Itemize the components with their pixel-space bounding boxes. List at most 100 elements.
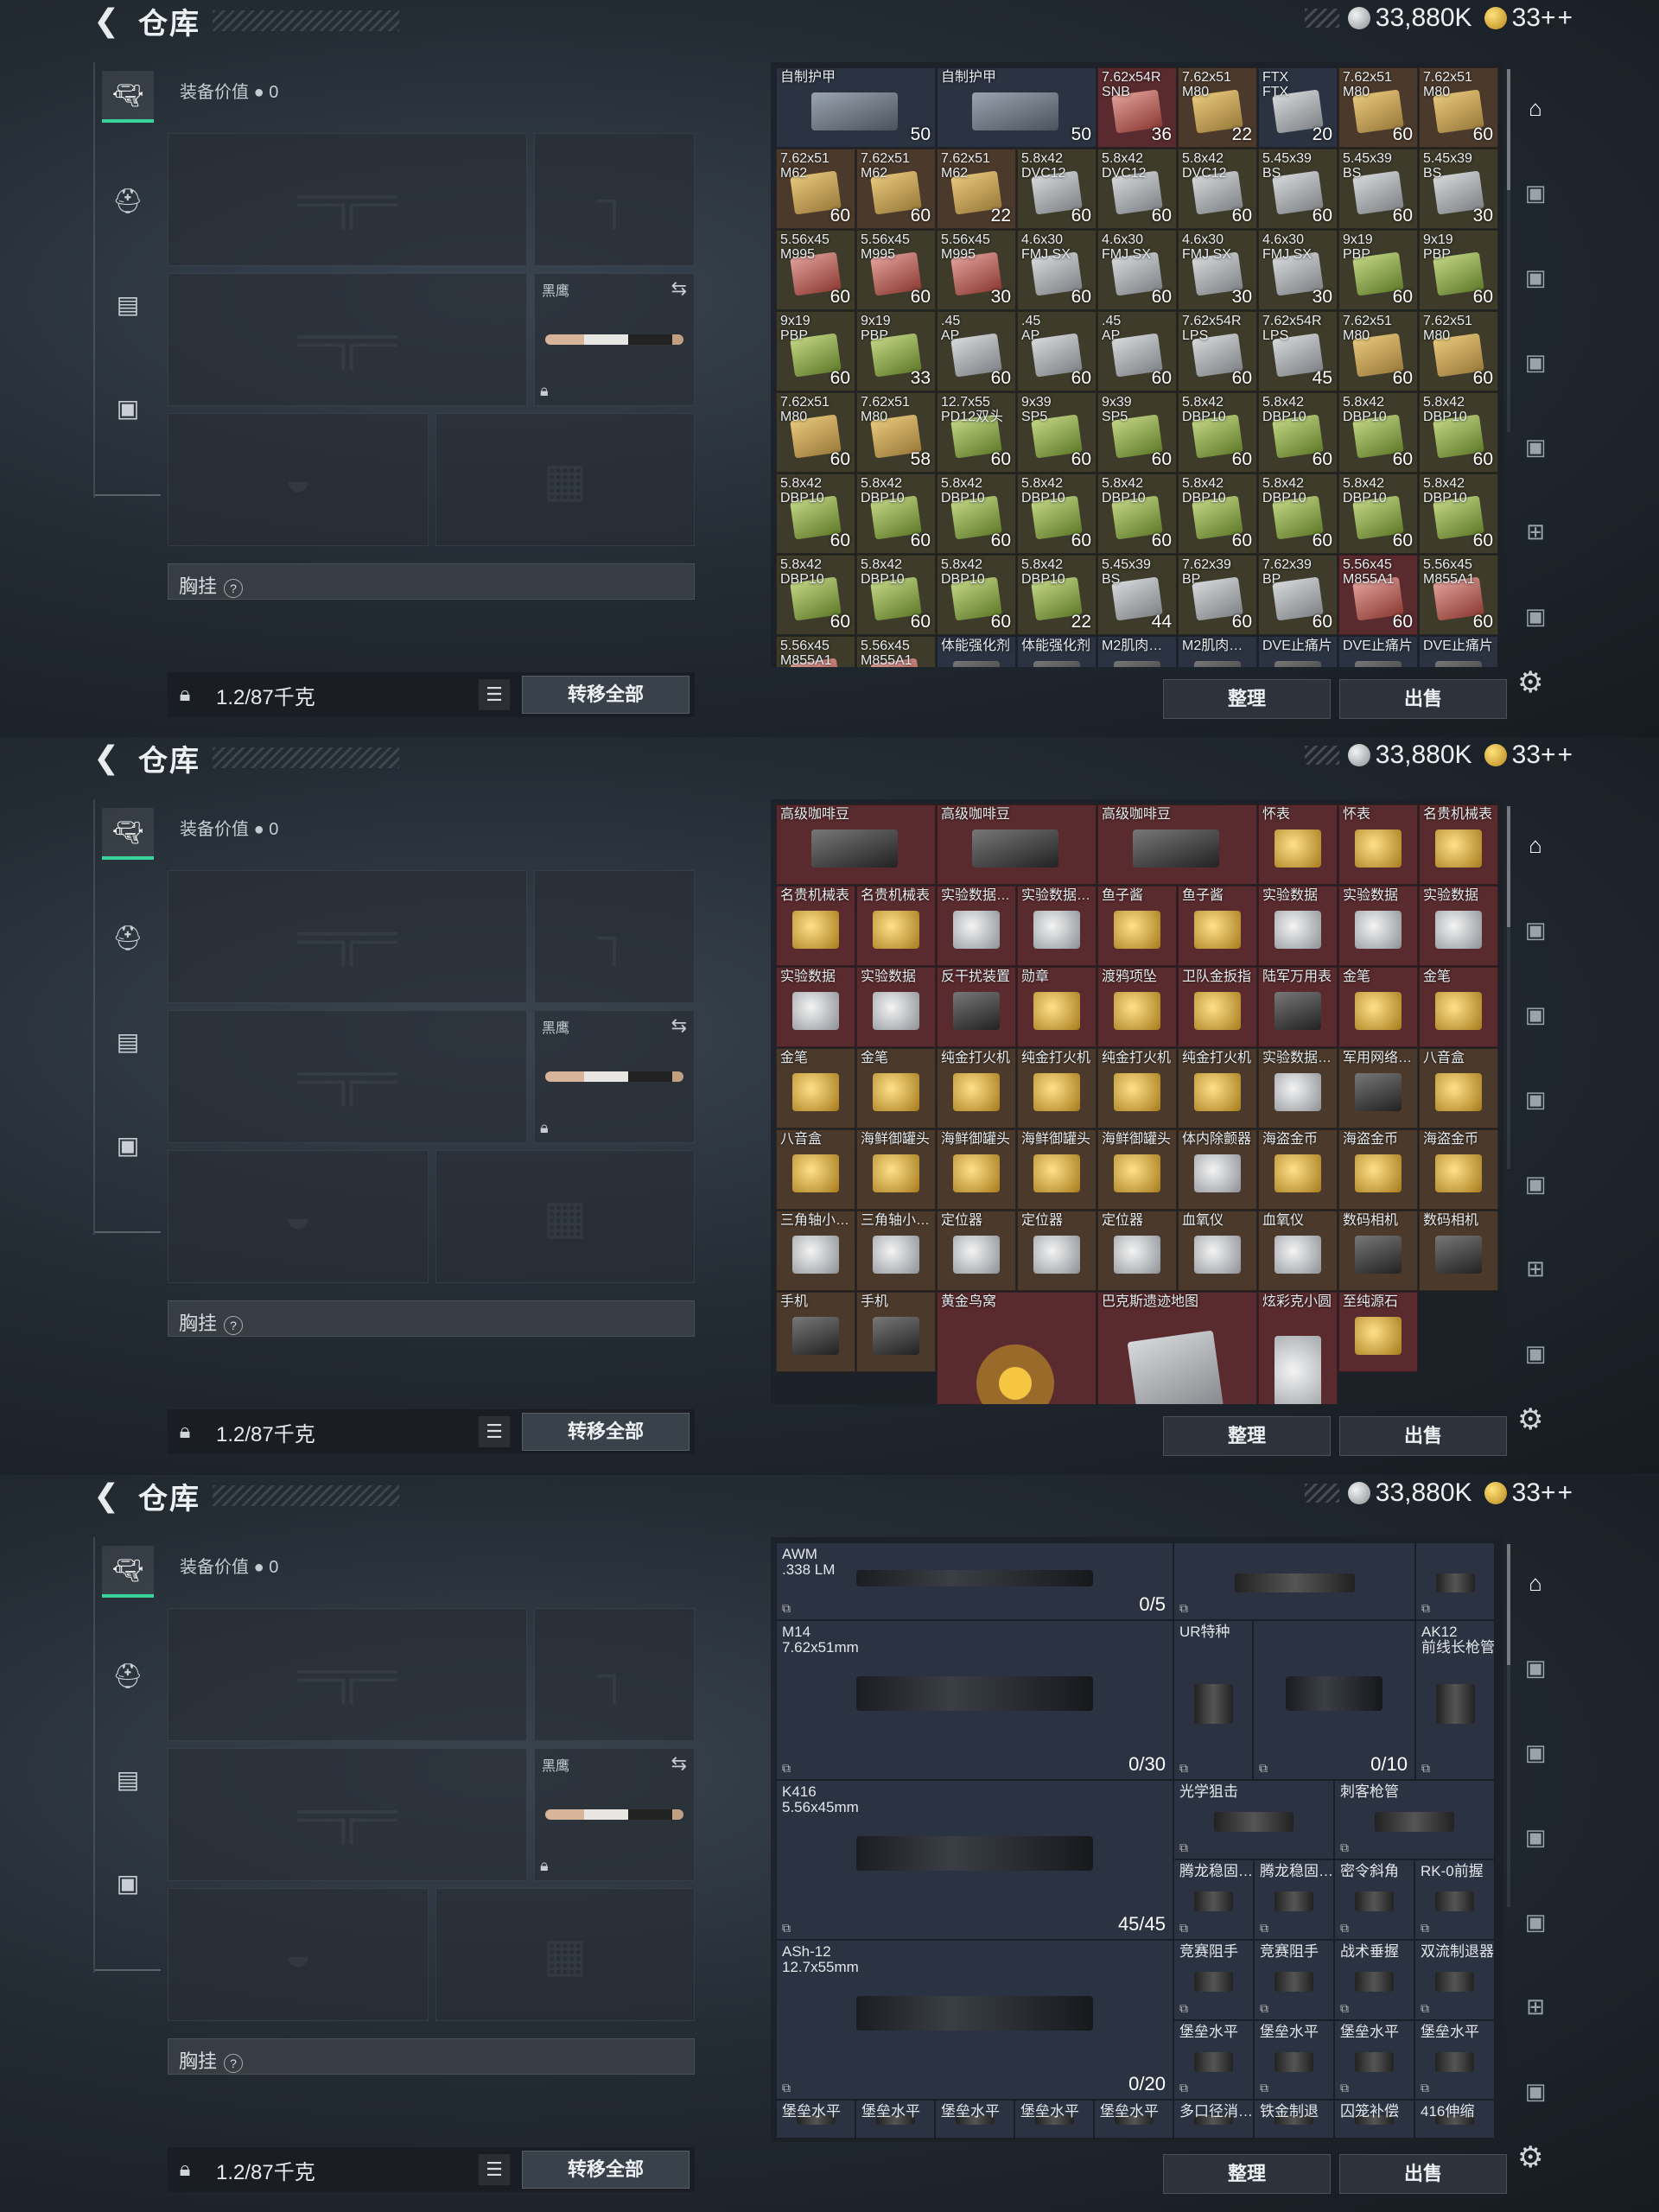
item-cell[interactable]: 7.62x54R LPS 60 bbox=[1178, 311, 1257, 391]
item-cell[interactable]: 数码相机 bbox=[1419, 1211, 1498, 1291]
item-cell[interactable]: 手机 bbox=[856, 1292, 936, 1372]
item-cell[interactable]: 5.8x42 DBP10 60 bbox=[1258, 474, 1338, 554]
item-cell[interactable]: 陆军万用表 bbox=[1258, 967, 1338, 1047]
swap-icon[interactable]: ⇆ bbox=[671, 277, 687, 300]
attachment-cell[interactable]: 光学狙击 ⧉ bbox=[1173, 1780, 1334, 1859]
back-arrow-icon[interactable]: ❮ bbox=[93, 3, 128, 38]
item-cell[interactable]: 5.56x45 M995 60 bbox=[856, 230, 936, 310]
briefcase-icon[interactable]: ▣ bbox=[102, 1119, 154, 1171]
item-cell[interactable]: 血氧仪 bbox=[1258, 1211, 1338, 1291]
item-cell[interactable]: 5.56x45 M855A130 bbox=[856, 636, 936, 667]
storage-ii-icon[interactable]: ▣ bbox=[1514, 1900, 1557, 1943]
attachment-cell[interactable]: 堡垒水平 ⧉ bbox=[1414, 2020, 1495, 2100]
item-cell[interactable]: 纯金打火机 bbox=[937, 1048, 1016, 1128]
item-cell[interactable]: 5.8x42 DBP10 60 bbox=[1419, 392, 1498, 473]
item-cell[interactable]: 9x39 SP5 60 bbox=[1097, 392, 1177, 473]
item-cell[interactable]: 海鲜御罐头 bbox=[1097, 1129, 1177, 1210]
item-cell[interactable]: 7.62x51 M80 22 bbox=[1178, 67, 1257, 148]
item-cell[interactable]: 5.56x45 M855A1 60 bbox=[1419, 555, 1498, 635]
item-cell[interactable]: 纯金打火机 bbox=[1178, 1048, 1257, 1128]
item-cell[interactable]: 实验数据… bbox=[937, 886, 1016, 966]
storage-scrollbar[interactable] bbox=[1507, 69, 1510, 432]
item-cell[interactable]: 5.45x39 BS 60 bbox=[1338, 149, 1418, 229]
item-cell[interactable]: DVE止痛片 bbox=[1258, 636, 1338, 667]
lock-icon[interactable]: 🔒︎ bbox=[168, 2158, 202, 2182]
storage-i-icon[interactable]: ▣ bbox=[1514, 1332, 1557, 1375]
pistol-slot[interactable]: ┐ bbox=[534, 133, 695, 266]
add-currency-button[interactable]: + bbox=[1557, 3, 1573, 33]
sort-button[interactable]: 整理 bbox=[1163, 1416, 1331, 1456]
list-icon[interactable]: ☰ bbox=[479, 679, 510, 710]
item-cell[interactable]: 5.8x42 DVC12 60 bbox=[1017, 149, 1096, 229]
item-cell[interactable]: 5.8x42 DBP10 60 bbox=[1258, 392, 1338, 473]
item-cell[interactable]: 7.62x51 M80 60 bbox=[1419, 67, 1498, 148]
attachment-cell[interactable]: AK12 前线长枪管 ⧉ bbox=[1415, 1620, 1495, 1780]
attachment-cell[interactable]: 多口径消… bbox=[1173, 2100, 1254, 2139]
item-cell[interactable]: 高级咖啡豆 bbox=[1097, 804, 1257, 885]
attachment-cell[interactable]: 刺客枪管 ⧉ bbox=[1334, 1780, 1495, 1859]
item-cell[interactable]: 高级咖啡豆 bbox=[937, 804, 1096, 885]
briefcase-icon[interactable]: ▣ bbox=[102, 1857, 154, 1909]
item-cell[interactable]: 12.7x55 PD12双头 60 bbox=[937, 392, 1016, 473]
item-cell[interactable]: 5.8x42 DVC12 60 bbox=[1178, 149, 1257, 229]
item-cell[interactable]: M2肌肉… bbox=[1097, 636, 1177, 667]
item-cell[interactable]: 7.62x39 BP 60 bbox=[1178, 555, 1257, 635]
helmet-icon[interactable]: ⛑ bbox=[102, 912, 154, 963]
attachment-cell[interactable]: 堡垒水平 ⧉ bbox=[1254, 2020, 1334, 2100]
item-cell[interactable]: 金笔 bbox=[1338, 967, 1418, 1047]
item-cell[interactable]: 5.8x42 DBP10 60 bbox=[1178, 392, 1257, 473]
attachment-cell[interactable]: ⧉ bbox=[1415, 1542, 1495, 1620]
primary-weapon-slot[interactable]: ═╦═ bbox=[168, 870, 527, 1003]
helmet-slot[interactable]: ◒ bbox=[168, 1150, 429, 1283]
item-cell[interactable]: 海盗金币 bbox=[1338, 1129, 1418, 1210]
help-icon[interactable]: ? bbox=[224, 579, 244, 598]
storage-ii-icon[interactable]: ▣ bbox=[1514, 1162, 1557, 1205]
item-cell[interactable]: .45 AP 60 bbox=[1097, 311, 1177, 391]
armor-slot[interactable]: ▦ bbox=[435, 413, 695, 546]
helmet-icon[interactable]: ⛑ bbox=[102, 175, 154, 226]
item-cell[interactable]: 金笔 bbox=[1419, 967, 1498, 1047]
attachment-cell[interactable]: 堡垒水平 bbox=[1094, 2100, 1173, 2139]
armor-slot[interactable]: ▦ bbox=[435, 1888, 695, 2021]
attachment-cell[interactable]: 堡垒水平 bbox=[776, 2100, 855, 2139]
item-cell[interactable]: 名贵机械表 bbox=[776, 886, 855, 966]
secondary-weapon-slot[interactable]: ═╦═ bbox=[168, 1748, 527, 1881]
item-cell[interactable]: 5.56x45 M855A1 60 bbox=[1338, 555, 1418, 635]
transfer-all-button[interactable]: 转移全部 bbox=[522, 676, 690, 714]
item-cell[interactable]: 自制护甲 50 bbox=[776, 67, 936, 148]
storage-scrollbar[interactable] bbox=[1507, 806, 1510, 1169]
home-icon[interactable]: ⌂ bbox=[1514, 823, 1557, 867]
item-cell[interactable]: 名贵机械表 bbox=[1419, 804, 1498, 885]
storage-scrollbar[interactable] bbox=[1507, 1544, 1510, 1907]
back-arrow-icon[interactable]: ❮ bbox=[93, 741, 128, 775]
gear-icon[interactable]: ⚙ bbox=[1517, 2140, 1543, 2175]
item-cell[interactable]: 7.62x39 BP 60 bbox=[1258, 555, 1338, 635]
attachment-cell[interactable]: 双流制退器 ⧉ bbox=[1414, 1940, 1495, 2020]
transfer-all-button[interactable]: 转移全部 bbox=[522, 1413, 690, 1451]
item-cell[interactable]: 9x39 SP5 60 bbox=[1017, 392, 1096, 473]
item-cell[interactable]: 5.8x42 DBP10 60 bbox=[776, 474, 855, 554]
item-cell[interactable]: 三角轴小… bbox=[776, 1211, 855, 1291]
melee-slot[interactable]: 黑鹰 ⇆ 🔒︎ bbox=[534, 1748, 695, 1881]
item-cell[interactable]: 名贵机械表 bbox=[856, 886, 936, 966]
pistol-icon[interactable]: 🔫︎ bbox=[102, 71, 154, 123]
item-cell[interactable]: 7.62x51 M80 60 bbox=[1338, 67, 1418, 148]
item-cell[interactable]: 纯金打火机 bbox=[1017, 1048, 1096, 1128]
item-cell[interactable]: 7.62x54R SNB 36 bbox=[1097, 67, 1177, 148]
add-currency-button[interactable]: + bbox=[1557, 741, 1573, 770]
item-cell[interactable]: 金笔 bbox=[856, 1048, 936, 1128]
storage-add-icon[interactable]: ⊞ bbox=[1514, 1985, 1557, 2028]
item-cell[interactable]: 血氧仪 bbox=[1178, 1211, 1257, 1291]
attachment-cell[interactable]: ⧉ bbox=[1173, 1542, 1415, 1620]
sell-button[interactable]: 出售 bbox=[1339, 679, 1507, 719]
item-cell[interactable]: 三角轴小… bbox=[856, 1211, 936, 1291]
sort-button[interactable]: 整理 bbox=[1163, 679, 1331, 719]
item-cell[interactable]: 体内除颤器 bbox=[1178, 1129, 1257, 1210]
storage-add-icon[interactable]: ⊞ bbox=[1514, 1247, 1557, 1290]
item-cell[interactable]: 5.8x42 DVC12 60 bbox=[1097, 149, 1177, 229]
help-icon[interactable]: ? bbox=[224, 2054, 244, 2073]
attachment-cell[interactable]: 416伸缩 bbox=[1414, 2100, 1495, 2139]
list-icon[interactable]: ☰ bbox=[479, 1416, 510, 1447]
help-icon[interactable]: ? bbox=[224, 1316, 244, 1335]
item-cell[interactable]: 数码相机 bbox=[1338, 1211, 1418, 1291]
